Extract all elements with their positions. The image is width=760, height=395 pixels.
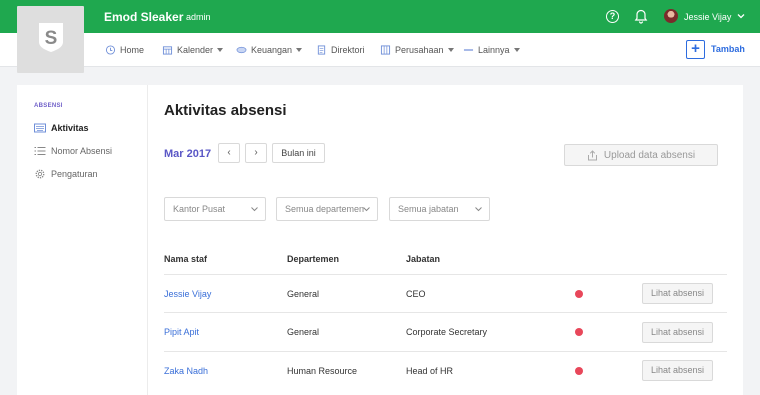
nav-label: Perusahaan: [395, 45, 444, 55]
sidebar-item-aktivitas[interactable]: Aktivitas: [34, 123, 89, 133]
staff-department: Human Resource: [287, 366, 358, 376]
staff-department: General: [287, 289, 320, 299]
staff-name-link[interactable]: Pipit Apit: [164, 327, 199, 337]
position-select[interactable]: Semua jabatan: [389, 197, 490, 221]
keyboard-icon: [34, 123, 46, 133]
content-card: ABSENSI Aktivitas Nomor Absensi Pengatur…: [17, 85, 743, 395]
chevron-down-icon: [363, 207, 370, 212]
staff-position: Head of HR: [406, 366, 454, 376]
bell-icon[interactable]: [634, 9, 648, 24]
department-select-value: Semua departemen: [285, 204, 365, 214]
chevron-down-icon: [296, 48, 303, 52]
column-header-position: Jabatan: [406, 254, 441, 264]
clock-icon: [105, 45, 116, 55]
sidebar-item-label: Nomor Absensi: [51, 146, 113, 156]
prev-month-button[interactable]: ‹: [218, 143, 240, 163]
building-icon: [380, 45, 391, 55]
chevron-down-icon: [217, 48, 224, 52]
app-name: Emod Sleaker: [104, 10, 184, 24]
department-select[interactable]: Semua departemen: [276, 197, 378, 221]
list-icon: [34, 147, 46, 155]
chevron-down-icon: [447, 48, 454, 52]
help-icon[interactable]: ?: [606, 10, 619, 23]
this-month-button[interactable]: Bulan ini: [272, 143, 325, 163]
staff-position: CEO: [406, 289, 426, 299]
calendar-icon: [162, 46, 173, 55]
column-header-name: Nama staf: [164, 254, 208, 264]
gear-icon: [35, 169, 45, 179]
row-divider: [164, 312, 727, 313]
nav-label: Home: [120, 45, 145, 55]
add-button[interactable]: +: [686, 40, 705, 59]
main-panel: Aktivitas absensi Mar 2017 ‹ › Bulan ini…: [148, 85, 743, 395]
nav-item-home[interactable]: Home: [105, 45, 144, 55]
upload-button-label: Upload data absensi: [603, 149, 696, 161]
nav-item-direktori[interactable]: Direktori: [316, 45, 365, 55]
column-header-department: Departemen: [287, 254, 340, 264]
upload-button[interactable]: Upload data absensi: [564, 144, 718, 166]
user-name[interactable]: Jessie Vijay: [684, 12, 731, 22]
top-bar: Emod Sleaker admin ? Jessie Vijay: [0, 0, 760, 33]
status-dot: [575, 290, 583, 298]
staff-department: General: [287, 327, 320, 337]
company-logo[interactable]: S: [17, 6, 84, 73]
sidebar-item-label: Aktivitas: [51, 123, 89, 133]
avatar[interactable]: [664, 9, 678, 23]
nav-label: Keuangan: [251, 45, 293, 55]
row-divider: [164, 274, 727, 275]
chevron-down-icon: [513, 48, 520, 52]
sidebar-item-label: Pengaturan: [51, 169, 98, 179]
chevron-down-icon: [475, 207, 482, 212]
user-role: admin: [186, 12, 211, 22]
sidebar-item-nomor-absensi[interactable]: Nomor Absensi: [34, 146, 112, 156]
current-month: Mar 2017: [164, 148, 212, 160]
staff-name-link[interactable]: Jessie Vijay: [164, 289, 211, 299]
logo-letter: S: [45, 28, 58, 49]
row-divider: [164, 351, 727, 352]
add-button-label[interactable]: Tambah: [711, 44, 745, 54]
page-title: Aktivitas absensi: [164, 102, 287, 119]
nav-label: Lainnya: [478, 45, 510, 55]
status-dot: [575, 328, 583, 336]
money-icon: [236, 46, 247, 54]
nav-item-kalender[interactable]: Kalender: [162, 45, 224, 55]
view-attendance-button[interactable]: Lihat absensi: [642, 360, 713, 381]
staff-position: Corporate Secretary: [406, 327, 488, 337]
directory-icon: [317, 45, 326, 55]
nav-label: Direktori: [331, 45, 365, 55]
position-select-value: Semua jabatan: [398, 204, 459, 214]
nav-item-lainnya[interactable]: Lainnya: [463, 45, 520, 55]
chevron-down-icon: [251, 207, 258, 212]
main-navigation: Home Kalender Keuangan Direktori Perusah…: [0, 33, 760, 67]
status-dot: [575, 367, 583, 375]
view-attendance-button[interactable]: Lihat absensi: [642, 322, 713, 343]
chevron-down-icon[interactable]: [737, 12, 745, 20]
logo-shield-icon: S: [39, 23, 63, 52]
next-month-button[interactable]: ›: [245, 143, 267, 163]
nav-item-perusahaan[interactable]: Perusahaan: [380, 45, 454, 55]
sidebar: ABSENSI Aktivitas Nomor Absensi Pengatur…: [17, 85, 148, 395]
upload-icon: [587, 149, 597, 160]
more-icon: [463, 49, 474, 51]
sidebar-item-pengaturan[interactable]: Pengaturan: [34, 169, 98, 179]
nav-label: Kalender: [177, 45, 214, 55]
sidebar-heading: ABSENSI: [34, 103, 63, 109]
view-attendance-button[interactable]: Lihat absensi: [642, 283, 713, 304]
branch-select[interactable]: Kantor Pusat: [164, 197, 266, 221]
branch-select-value: Kantor Pusat: [173, 204, 226, 214]
staff-name-link[interactable]: Zaka Nadh: [164, 366, 208, 376]
nav-item-keuangan[interactable]: Keuangan: [236, 45, 303, 55]
